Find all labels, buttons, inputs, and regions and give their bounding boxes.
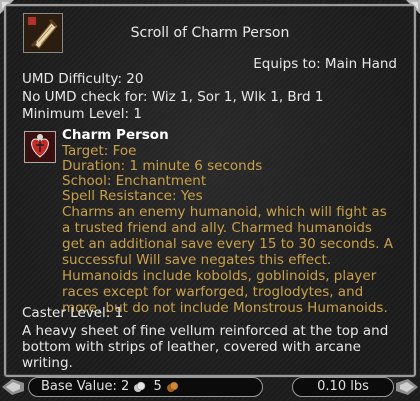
no-umd-check: No UMD check for: Wiz 1, Sor 1, Wlk 1, B… [22,89,324,105]
base-value: Base Value: 2 5 [28,377,263,397]
spell-name: Charm Person [62,127,169,143]
spell-description: Charms an enemy humanoid, which will fig… [62,204,394,316]
charm-spell-icon [24,131,56,163]
minimum-level: Minimum Level: 1 [22,106,142,122]
base-value-label: Base Value: [41,379,117,394]
footer-ornament-icon [2,377,24,397]
item-description: A heavy sheet of fine vellum reinforced … [22,323,389,371]
equips-to: Equips to: Main Hand [253,56,397,72]
umd-difficulty: UMD Difficulty: 20 [22,71,144,87]
spell-school: School: Enchantment [62,173,207,189]
spell-target: Target: Foe [62,143,137,159]
corner-ornament-icon [402,0,420,18]
tooltip-footer: Base Value: 2 5 0.10 lbs [2,377,418,397]
copper-coin-icon [165,380,179,394]
item-tooltip: Scroll of Charm Person Equips to: Main H… [0,0,420,401]
caster-level: Caster Level: 1 [22,305,124,321]
copper-amount: 5 [153,379,162,394]
footer-ornament-icon [396,377,418,397]
item-title: Scroll of Charm Person [130,25,290,41]
spell-resistance: Spell Resistance: Yes [62,188,203,204]
spell-duration: Duration: 1 minute 6 seconds [62,158,263,174]
item-weight: 0.10 lbs [292,377,394,397]
silver-amount: 2 [121,379,130,394]
silver-coin-icon [132,380,146,394]
corner-ornament-icon [0,0,18,18]
